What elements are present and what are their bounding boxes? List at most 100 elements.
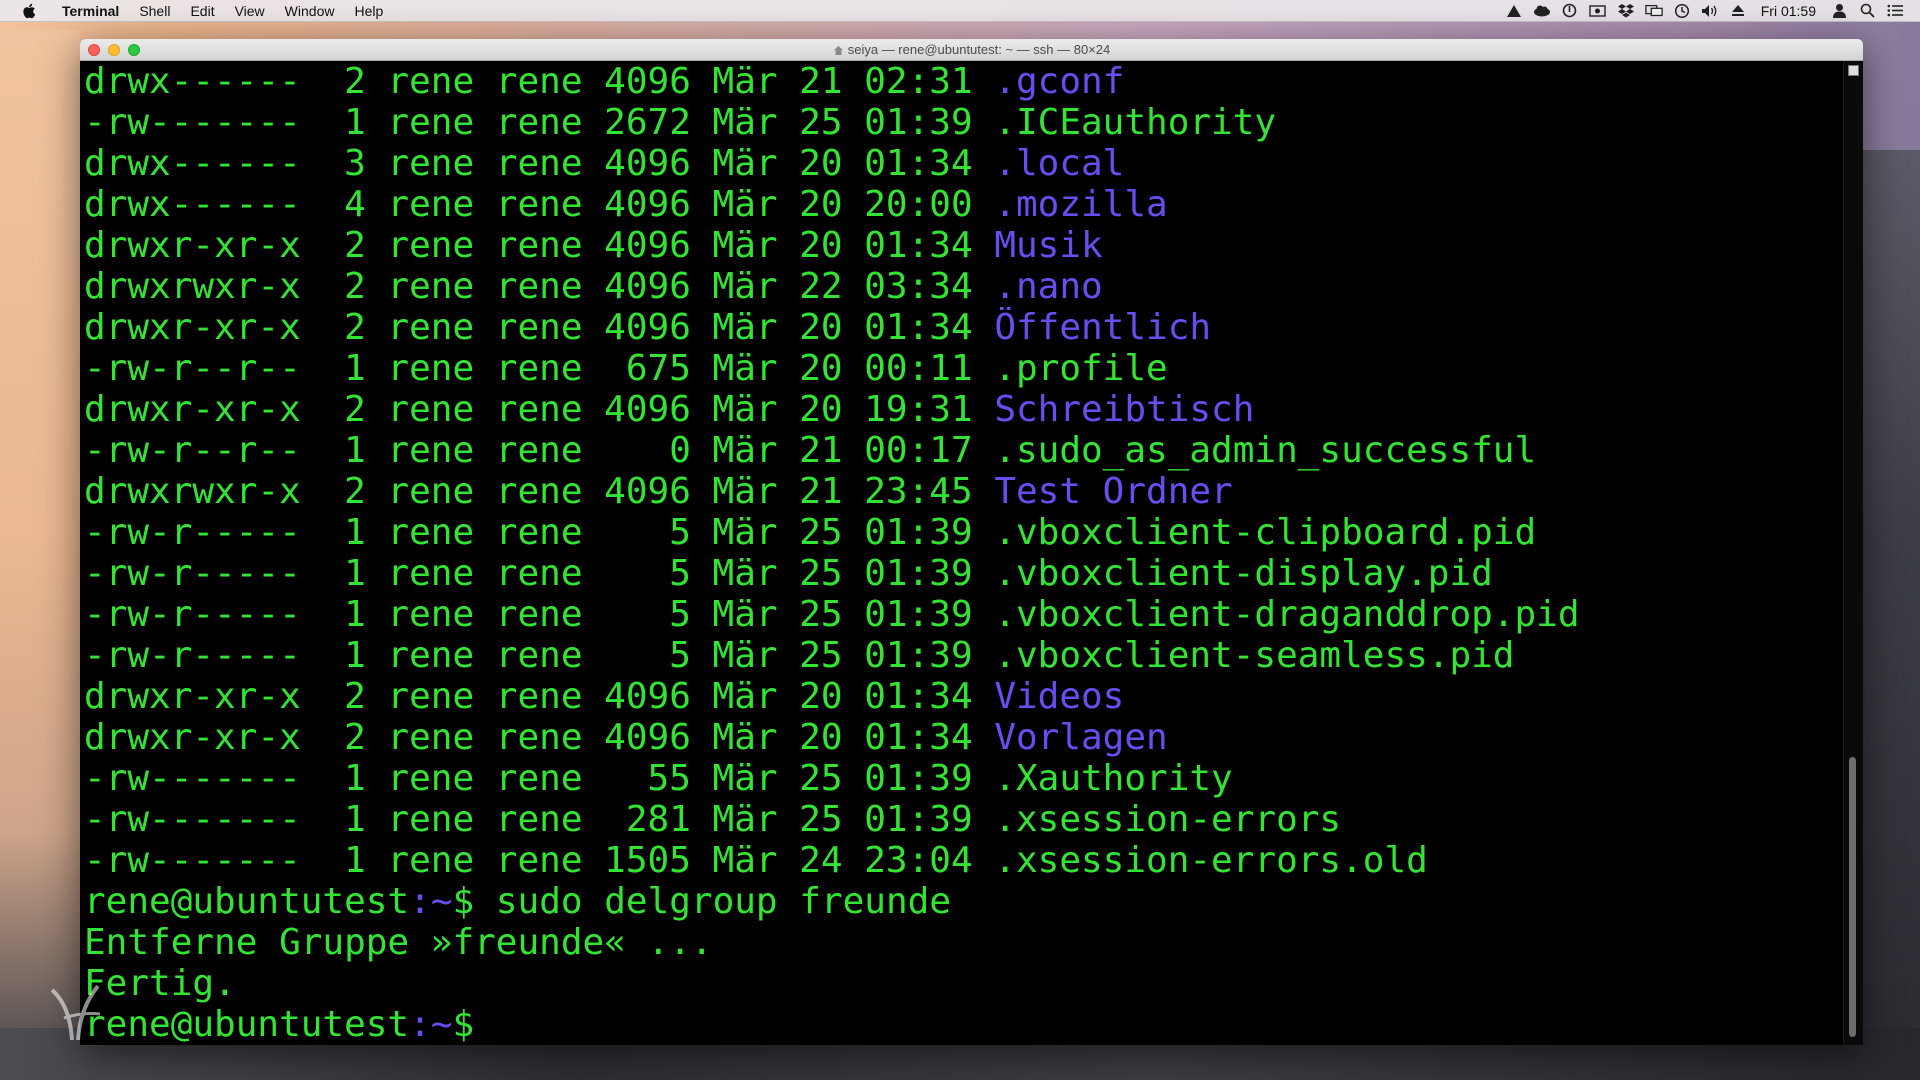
user-icon[interactable] (1830, 3, 1848, 19)
menu-shell[interactable]: Shell (129, 0, 180, 22)
file-name: .vboxclient-clipboard.pid (994, 512, 1537, 553)
active-prompt-line[interactable]: rene@ubuntutest:~$ (84, 1004, 1844, 1045)
apple-menu-icon[interactable] (20, 0, 38, 22)
prompt-separator: : (409, 881, 431, 922)
file-metadata: -rw------- 1 rene rene 1505 Mär 24 23:04 (84, 840, 995, 881)
text-cursor (496, 1008, 518, 1044)
prompt-symbol: $ (452, 1004, 496, 1045)
notification-center-icon[interactable] (1886, 3, 1904, 19)
terminal-listing-row: -rw------- 1 rene rene 281 Mär 25 01:39 … (84, 799, 1844, 840)
command-output-line: Fertig. (84, 963, 236, 1004)
file-metadata: -rw-r----- 1 rene rene 5 Mär 25 01:39 (84, 553, 995, 594)
menu-window[interactable]: Window (275, 0, 345, 22)
scrollbar-top-button[interactable] (1848, 65, 1859, 76)
window-title: seiya — rene@ubuntutest: ~ — ssh — 80×24 (80, 39, 1863, 63)
status-area: Fri 01:59 (1505, 3, 1920, 19)
terminal-scrollbar[interactable] (1843, 61, 1863, 1045)
file-metadata: drwx------ 4 rene rene 4096 Mär 20 20:00 (84, 184, 995, 225)
terminal-listing-row: drwxrwxr-x 2 rene rene 4096 Mär 21 23:45… (84, 471, 1844, 512)
eject-icon[interactable] (1729, 3, 1747, 19)
terminal-listing-row: drwxr-xr-x 2 rene rene 4096 Mär 20 01:34… (84, 676, 1844, 717)
directory-name: Test Ordner (994, 471, 1233, 512)
prompt-path: ~ (430, 1004, 453, 1045)
file-metadata: -rw-r--r-- 1 rene rene 0 Mär 21 00:17 (84, 430, 995, 471)
file-name: .sudo_as_admin_successful (994, 430, 1537, 471)
terminal-listing-row: -rw-r--r-- 1 rene rene 0 Mär 21 00:17 .s… (84, 430, 1844, 471)
terminal-window: seiya — rene@ubuntutest: ~ — ssh — 80×24… (80, 39, 1863, 1045)
terminal-listing-row: drwxr-xr-x 2 rene rene 4096 Mär 20 01:34… (84, 717, 1844, 758)
prompt-symbol: $ (452, 881, 496, 922)
menu-app-name[interactable]: Terminal (52, 0, 129, 22)
display-mirror-icon[interactable] (1645, 3, 1663, 19)
desktop-wallpaper (0, 30, 80, 1030)
terminal-listing-row: drwxr-xr-x 2 rene rene 4096 Mär 20 01:34… (84, 307, 1844, 348)
directory-name: .gconf (994, 61, 1125, 102)
scrollbar-thumb[interactable] (1849, 757, 1856, 1037)
terminal-listing-row: -rw-r----- 1 rene rene 5 Mär 25 01:39 .v… (84, 635, 1844, 676)
directory-name: Vorlagen (994, 717, 1168, 758)
typed-command: sudo delgroup freunde (495, 881, 951, 922)
file-metadata: drwxr-xr-x 2 rene rene 4096 Mär 20 01:34 (84, 225, 995, 266)
menu-clock[interactable]: Fri 01:59 (1757, 3, 1820, 19)
file-metadata: drwx------ 3 rene rene 4096 Mär 20 01:34 (84, 143, 995, 184)
dropbox-icon[interactable] (1617, 3, 1635, 19)
volume-icon[interactable] (1701, 3, 1719, 19)
terminal-listing-row: drwxr-xr-x 2 rene rene 4096 Mär 20 19:31… (84, 389, 1844, 430)
file-name: .vboxclient-draganddrop.pid (994, 594, 1580, 635)
file-metadata: -rw------- 1 rene rene 2672 Mär 25 01:39 (84, 102, 995, 143)
file-metadata: -rw-r----- 1 rene rene 5 Mär 25 01:39 (84, 635, 995, 676)
directory-name: Videos (994, 676, 1125, 717)
file-metadata: -rw------- 1 rene rene 281 Mär 25 01:39 (84, 799, 995, 840)
file-name: .xsession-errors.old (994, 840, 1428, 881)
terminal-listing-row: -rw-r----- 1 rene rene 5 Mär 25 01:39 .v… (84, 512, 1844, 553)
file-metadata: drwxrwxr-x 2 rene rene 4096 Mär 22 03:34 (84, 266, 995, 307)
terminal-listing-row: drwx------ 3 rene rene 4096 Mär 20 01:34… (84, 143, 1844, 184)
directory-name: Musik (994, 225, 1103, 266)
directory-name: .local (994, 143, 1125, 184)
file-metadata: drwxr-xr-x 2 rene rene 4096 Mär 20 19:31 (84, 389, 995, 430)
terminal-listing-row: -rw------- 1 rene rene 2672 Mär 25 01:39… (84, 102, 1844, 143)
window-titlebar[interactable]: seiya — rene@ubuntutest: ~ — ssh — 80×24 (80, 39, 1863, 61)
file-metadata: drwxr-xr-x 2 rene rene 4096 Mär 20 01:34 (84, 307, 995, 348)
file-metadata: -rw-r----- 1 rene rene 5 Mär 25 01:39 (84, 512, 995, 553)
terminal-listing-row: -rw-r--r-- 1 rene rene 675 Mär 20 00:11 … (84, 348, 1844, 389)
home-icon (833, 41, 844, 63)
terminal-listing-row: -rw-r----- 1 rene rene 5 Mär 25 01:39 .v… (84, 594, 1844, 635)
menu-bar: Terminal Shell Edit View Window Help Fri… (0, 0, 1920, 22)
spotlight-icon[interactable] (1858, 3, 1876, 19)
menu-view[interactable]: View (225, 0, 275, 22)
file-metadata: drwx------ 2 rene rene 4096 Mär 21 02:31 (84, 61, 995, 102)
command-output-line: Entferne Gruppe »freunde« ... (84, 922, 713, 963)
creative-cloud-icon[interactable] (1533, 3, 1551, 19)
file-name: .vboxclient-seamless.pid (994, 635, 1515, 676)
menu-edit[interactable]: Edit (180, 0, 224, 22)
directory-name: Schreibtisch (994, 389, 1255, 430)
file-metadata: drwxrwxr-x 2 rene rene 4096 Mär 21 23:45 (84, 471, 995, 512)
file-name: .profile (994, 348, 1168, 389)
directory-name: Öffentlich (994, 307, 1212, 348)
terminal-output[interactable]: drwx------ 2 rene rene 4096 Mär 21 02:31… (80, 61, 1844, 1045)
file-metadata: -rw-r----- 1 rene rene 5 Mär 25 01:39 (84, 594, 995, 635)
file-metadata: drwxr-xr-x 2 rene rene 4096 Mär 20 01:34 (84, 676, 995, 717)
terminal-listing-row: -rw-r----- 1 rene rene 5 Mär 25 01:39 .v… (84, 553, 1844, 594)
terminal-listing-row: drwxr-xr-x 2 rene rene 4096 Mär 20 01:34… (84, 225, 1844, 266)
terminal-listing-row: -rw------- 1 rene rene 1505 Mär 24 23:04… (84, 840, 1844, 881)
terminal-listing-row: drwxrwxr-x 2 rene rene 4096 Mär 22 03:34… (84, 266, 1844, 307)
directory-name: .mozilla (994, 184, 1168, 225)
file-metadata: -rw------- 1 rene rene 55 Mär 25 01:39 (84, 758, 995, 799)
file-name: .ICEauthority (994, 102, 1277, 143)
prompt-separator: : (409, 1004, 431, 1045)
desktop-wallpaper-rock (1860, 150, 1920, 1080)
screen-record-icon[interactable] (1589, 3, 1607, 19)
time-machine-icon[interactable] (1673, 3, 1691, 19)
drive-icon[interactable] (1505, 3, 1523, 19)
power-icon[interactable] (1561, 3, 1579, 19)
terminal-listing-row: drwx------ 4 rene rene 4096 Mär 20 20:00… (84, 184, 1844, 225)
directory-name: .nano (994, 266, 1103, 307)
window-title-text: seiya — rene@ubuntutest: ~ — ssh — 80×24 (847, 42, 1111, 57)
file-name: .Xauthority (994, 758, 1233, 799)
prompt-user-host: rene@ubuntutest (84, 881, 410, 922)
file-name: .xsession-errors (994, 799, 1342, 840)
prompt-path: ~ (430, 881, 453, 922)
menu-help[interactable]: Help (344, 0, 393, 22)
